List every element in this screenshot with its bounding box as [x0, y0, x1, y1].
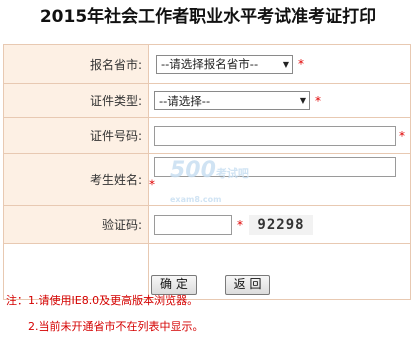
name-row: 考生姓名: * [3, 153, 411, 206]
province-select-value: --请选择报名省市-- [161, 57, 259, 71]
id-type-row: 证件类型: --请选择-- ▼ * [3, 83, 411, 118]
print-form: 报名省市: --请选择报名省市-- ▼ * 证件类型: --请选择-- ▼ * … [3, 44, 411, 300]
note-line-1: 注：1.请使用IE8.0及更高版本浏览器。 [6, 294, 199, 307]
required-mark: * [149, 177, 155, 192]
captcha-image[interactable]: 92298 [249, 214, 313, 235]
id-type-select-value: --请选择-- [159, 93, 211, 108]
id-number-label: 证件号码: [89, 129, 142, 143]
required-mark: * [315, 93, 321, 108]
id-type-label: 证件类型: [89, 94, 142, 108]
required-mark: * [237, 217, 243, 232]
captcha-input[interactable] [154, 214, 232, 235]
province-label: 报名省市: [89, 57, 142, 72]
required-mark: * [298, 57, 304, 71]
note-line-2: 2.当前未开通省市不在列表中显示。 [28, 320, 204, 333]
province-select[interactable]: --请选择报名省市-- ▼ [156, 54, 293, 74]
captcha-row: 验证码: * 92298 [3, 205, 411, 244]
required-mark: * [399, 128, 405, 143]
province-row: 报名省市: --请选择报名省市-- ▼ * [3, 44, 411, 84]
name-input[interactable] [154, 157, 396, 177]
chevron-down-icon: ▼ [282, 59, 289, 69]
id-number-row: 证件号码: * [3, 117, 411, 154]
id-type-select[interactable]: --请选择-- ▼ [154, 91, 310, 110]
page-title: 2015年社会工作者职业水平考试准考证打印 [39, 7, 377, 27]
id-number-input[interactable] [154, 125, 396, 146]
back-button[interactable]: 返 回 [224, 275, 271, 295]
name-label: 考生姓名: [89, 173, 142, 187]
chevron-down-icon: ▼ [299, 96, 306, 105]
captcha-label: 验证码: [101, 218, 142, 232]
